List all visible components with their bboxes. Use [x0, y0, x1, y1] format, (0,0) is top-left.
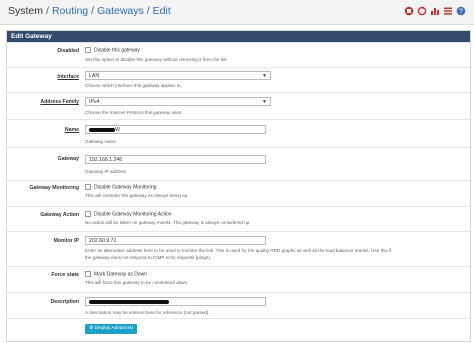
address-family-help: Choose the Internet Protocol this gatewa…: [85, 110, 183, 115]
breadcrumb-separator: /: [91, 5, 95, 17]
stop-icon[interactable]: [404, 6, 414, 16]
description-help: A description may be entered here for re…: [85, 310, 210, 315]
row-gateway-action: Gateway Action Disable Gateway Monitorin…: [7, 206, 470, 232]
restart-icon[interactable]: [417, 6, 427, 16]
gateway-monitoring-label: Gateway Monitoring: [29, 185, 79, 191]
chevron-down-icon: ▼: [262, 73, 267, 79]
row-advanced: ⚙ Display Advanced: [7, 318, 470, 341]
redaction-mark: [89, 299, 169, 304]
gateway-action-checkbox-label: Disable Gateway Monitoring Action: [94, 211, 172, 218]
interface-label[interactable]: Interface: [7, 74, 79, 80]
address-family-label[interactable]: Address Family: [7, 99, 79, 105]
gateway-label: Gateway: [57, 156, 79, 162]
disabled-label: Disabled: [57, 48, 79, 54]
chevron-down-icon: ▼: [262, 99, 267, 105]
monitor-ip-help-line-1: Enter an alternative address here to be …: [85, 248, 392, 253]
monitor-ip-input[interactable]: 202.60.9.71: [85, 236, 266, 245]
address-family-selected-value: IPv4: [89, 99, 100, 105]
checkbox-box[interactable]: [85, 47, 91, 53]
display-advanced-label: Display Advanced: [94, 326, 133, 331]
breadcrumb-edit[interactable]: Edit: [153, 5, 171, 17]
row-disabled: Disabled Disable this gateway Set this o…: [7, 42, 470, 68]
force-state-checkbox[interactable]: Mark Gateway as Down: [85, 271, 147, 277]
row-monitor-ip: Monitor IP 202.60.9.71 Enter an alternat…: [7, 231, 470, 267]
panel-title: Edit Gateway: [7, 31, 470, 42]
row-interface: Interface LAN ▼ Choose which interface th…: [7, 67, 470, 93]
checkbox-box[interactable]: [85, 211, 91, 217]
force-state-checkbox-label: Mark Gateway as Down: [94, 271, 148, 278]
interface-selected-value: LAN: [89, 73, 100, 79]
row-name: Name W Gateway name: [7, 119, 470, 148]
display-advanced-button[interactable]: ⚙ Display Advanced: [85, 324, 137, 334]
gateway-monitoring-help: This will consider this gateway as alway…: [85, 193, 189, 198]
checkbox-box[interactable]: [85, 184, 91, 190]
breadcrumb-separator: /: [46, 5, 49, 17]
force-state-help: This will force this gateway to be consi…: [85, 280, 189, 285]
description-input[interactable]: [85, 297, 266, 306]
address-family-select[interactable]: IPv4 ▼: [85, 97, 271, 106]
gateway-help: Gateway IP address: [85, 169, 127, 174]
gear-icon: ⚙: [89, 326, 94, 331]
list-icon[interactable]: [443, 6, 453, 16]
row-gateway: Gateway 192.168.1.246 Gateway IP address: [7, 147, 470, 181]
gateway-monitoring-checkbox-label: Disable Gateway Monitoring: [94, 184, 157, 191]
toolbar: ?: [404, 6, 466, 16]
disabled-checkbox[interactable]: Disable this gateway: [85, 47, 140, 53]
row-force-state: Force state Mark Gateway as Down This wi…: [7, 266, 470, 293]
disabled-help: Set this option to disable this gateway …: [85, 57, 228, 62]
row-gateway-monitoring: Gateway Monitoring Disable Gateway Monit…: [7, 180, 470, 207]
gateway-input[interactable]: 192.168.1.246: [85, 155, 266, 164]
breadcrumb-system[interactable]: System: [8, 5, 43, 17]
breadcrumb: System / Routing / Gateways / Edit: [8, 4, 171, 18]
top-bar: System / Routing / Gateways / Edit ?: [0, 0, 474, 25]
name-input[interactable]: W: [85, 125, 266, 134]
row-address-family: Address Family IPv4 ▼ Choose the Internet…: [7, 92, 470, 120]
row-description: Description A description may be entered…: [7, 292, 470, 319]
gateway-monitoring-checkbox[interactable]: Disable Gateway Monitoring: [85, 184, 157, 190]
gateway-action-label: Gateway Action: [40, 212, 79, 218]
gateway-action-help: No action will be taken on gateway event…: [85, 220, 251, 225]
chart-icon[interactable]: [430, 6, 440, 16]
svg-text:?: ?: [459, 9, 463, 16]
name-help: Gateway name: [85, 139, 116, 144]
interface-help: Choose which interface this gateway appl…: [85, 83, 182, 88]
help-icon[interactable]: ?: [456, 6, 466, 16]
edit-gateway-panel: Edit Gateway Disabled Disable this gatew…: [6, 30, 471, 342]
interface-select[interactable]: LAN ▼: [85, 71, 271, 80]
disabled-checkbox-label: Disable this gateway: [94, 47, 140, 54]
force-state-label: Force state: [51, 272, 79, 278]
checkbox-box[interactable]: [85, 271, 91, 277]
monitor-ip-help-line-2: the gateway does not respond to ICMP ech…: [85, 255, 212, 260]
description-label: Description: [50, 299, 79, 305]
monitor-ip-label: Monitor IP: [53, 238, 79, 244]
breadcrumb-separator: /: [146, 5, 150, 17]
redaction-mark: [89, 127, 115, 132]
gateway-action-checkbox[interactable]: Disable Gateway Monitoring Action: [85, 211, 172, 217]
breadcrumb-gateways[interactable]: Gateways: [97, 5, 144, 17]
name-value-suffix: W: [115, 127, 120, 133]
breadcrumb-routing[interactable]: Routing: [52, 5, 88, 17]
name-label[interactable]: Name: [7, 127, 79, 133]
